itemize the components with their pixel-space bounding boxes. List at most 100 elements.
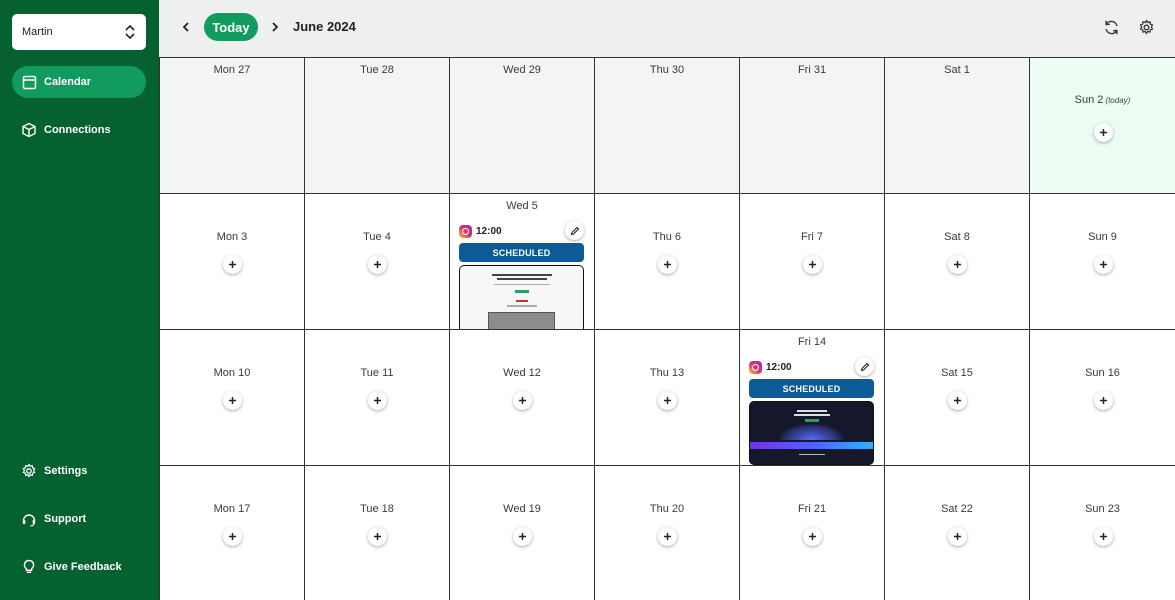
day-label: Tue 18 [305, 503, 449, 515]
add-post-button[interactable] [803, 527, 822, 546]
day-cell[interactable]: Sun 23 [1030, 466, 1175, 600]
pencil-icon [860, 362, 869, 371]
refresh-icon[interactable] [1102, 18, 1120, 36]
plus-icon [374, 533, 381, 540]
day-cell[interactable]: Wed 5 12:00 SCHEDULED [450, 194, 595, 330]
day-cell[interactable]: Tue 18 [305, 466, 450, 600]
day-label-text: Fri 21 [797, 503, 827, 515]
day-label-text: Mon 27 [213, 64, 251, 76]
day-label: Thu 20 [595, 503, 739, 515]
day-cell[interactable]: Thu 20 [595, 466, 740, 600]
day-cell[interactable]: Tue 4 [305, 194, 450, 330]
chevron-right-icon [272, 22, 279, 32]
day-cell[interactable]: Tue 11 [305, 330, 450, 466]
next-month-button[interactable] [267, 19, 283, 35]
add-post-button[interactable] [513, 391, 532, 410]
today-tag: (today) [1105, 96, 1131, 105]
lightbulb-icon [21, 559, 37, 575]
plus-icon [809, 533, 816, 540]
plus-icon [664, 261, 671, 268]
month-title: June 2024 [293, 19, 356, 34]
post-thumbnail[interactable] [749, 401, 874, 465]
post-thumbnail[interactable] [459, 265, 584, 329]
day-label-text: Sun 16 [1085, 367, 1120, 379]
add-post-button[interactable] [1093, 123, 1113, 142]
day-label: Sat 15 [885, 367, 1029, 379]
day-cell[interactable]: Sun 9 [1030, 194, 1175, 330]
day-label-text: Thu 20 [649, 503, 685, 515]
day-cell[interactable]: Mon 10 [160, 330, 305, 466]
day-cell[interactable]: Sat 8 [885, 194, 1030, 330]
sidebar-item-connections[interactable]: Connections [12, 114, 146, 146]
day-cell[interactable]: Fri 31 [740, 58, 885, 194]
day-label: Sun 16 [1030, 367, 1175, 379]
settings-gear-icon[interactable] [1137, 18, 1155, 36]
calendar-icon [21, 74, 37, 90]
add-post-button[interactable] [1093, 391, 1113, 410]
add-post-button[interactable] [368, 527, 387, 546]
add-post-button[interactable] [948, 255, 967, 274]
instagram-icon [749, 360, 762, 374]
day-label: Tue 28 [305, 64, 449, 76]
add-post-button[interactable] [1093, 527, 1113, 546]
day-cell[interactable]: Thu 30 [595, 58, 740, 194]
day-label-text: Sun 23 [1085, 503, 1120, 515]
day-cell[interactable]: Sat 1 [885, 58, 1030, 194]
today-button[interactable]: Today [204, 13, 258, 41]
instagram-icon [459, 224, 472, 238]
day-cell[interactable]: Fri 7 [740, 194, 885, 330]
day-cell[interactable]: Sat 22 [885, 466, 1030, 600]
add-post-button[interactable] [1093, 255, 1113, 274]
day-label-text: Thu 6 [652, 231, 682, 243]
day-label: Wed 19 [450, 503, 594, 515]
day-label: Mon 27 [160, 64, 304, 76]
add-post-button[interactable] [223, 255, 242, 274]
plus-icon [519, 533, 526, 540]
day-cell[interactable]: Wed 12 [450, 330, 595, 466]
day-cell[interactable]: Sat 15 [885, 330, 1030, 466]
previous-month-button[interactable] [178, 19, 194, 35]
add-post-button[interactable] [948, 391, 967, 410]
day-cell[interactable]: Tue 28 [305, 58, 450, 194]
add-post-button[interactable] [513, 527, 532, 546]
plus-icon [374, 397, 381, 404]
sidebar-item-label: Support [44, 513, 87, 525]
account-selector[interactable]: Martin [12, 14, 146, 50]
day-cell[interactable]: Fri 21 [740, 466, 885, 600]
day-label: Sat 8 [885, 231, 1029, 243]
sidebar-item-label: Settings [44, 465, 88, 477]
day-cell[interactable]: Wed 19 [450, 466, 595, 600]
add-post-button[interactable] [368, 255, 387, 274]
sidebar-item-calendar[interactable]: Calendar [12, 66, 146, 98]
day-cell[interactable]: Wed 29 [450, 58, 595, 194]
calendar-grid: Mon 27 Tue 28 Wed 29 Thu 30 Fri 31 Sat 1 Sun 2… [159, 57, 1175, 600]
add-post-button[interactable] [658, 527, 677, 546]
sidebar-item-settings[interactable]: Settings [12, 455, 146, 487]
add-post-button[interactable] [948, 527, 967, 546]
edit-post-button[interactable] [565, 221, 584, 240]
sidebar-item-give-feedback[interactable]: Give Feedback [12, 551, 146, 583]
day-cell[interactable]: Thu 13 [595, 330, 740, 466]
sidebar-item-support[interactable]: Support [12, 503, 146, 535]
day-label-text: Mon 10 [213, 367, 251, 379]
day-cell-today[interactable]: Sun 2 (today) [1030, 58, 1175, 194]
edit-post-button[interactable] [855, 357, 874, 376]
add-post-button[interactable] [223, 527, 242, 546]
post-header: 12:00 [749, 359, 792, 375]
status-badge[interactable]: SCHEDULED [459, 243, 584, 262]
day-cell[interactable]: Thu 6 [595, 194, 740, 330]
day-label: Tue 4 [305, 231, 449, 243]
add-post-button[interactable] [658, 255, 677, 274]
add-post-button[interactable] [223, 391, 242, 410]
day-cell[interactable]: Sun 16 [1030, 330, 1175, 466]
add-post-button[interactable] [368, 391, 387, 410]
day-label-text: Fri 14 [797, 336, 827, 348]
day-label-text: Tue 18 [360, 503, 394, 515]
day-cell[interactable]: Mon 3 [160, 194, 305, 330]
add-post-button[interactable] [803, 255, 822, 274]
day-cell[interactable]: Mon 27 [160, 58, 305, 194]
status-badge[interactable]: SCHEDULED [749, 379, 874, 398]
day-cell[interactable]: Fri 14 12:00 SCHEDULED [740, 330, 885, 466]
add-post-button[interactable] [658, 391, 677, 410]
day-cell[interactable]: Mon 17 [160, 466, 305, 600]
